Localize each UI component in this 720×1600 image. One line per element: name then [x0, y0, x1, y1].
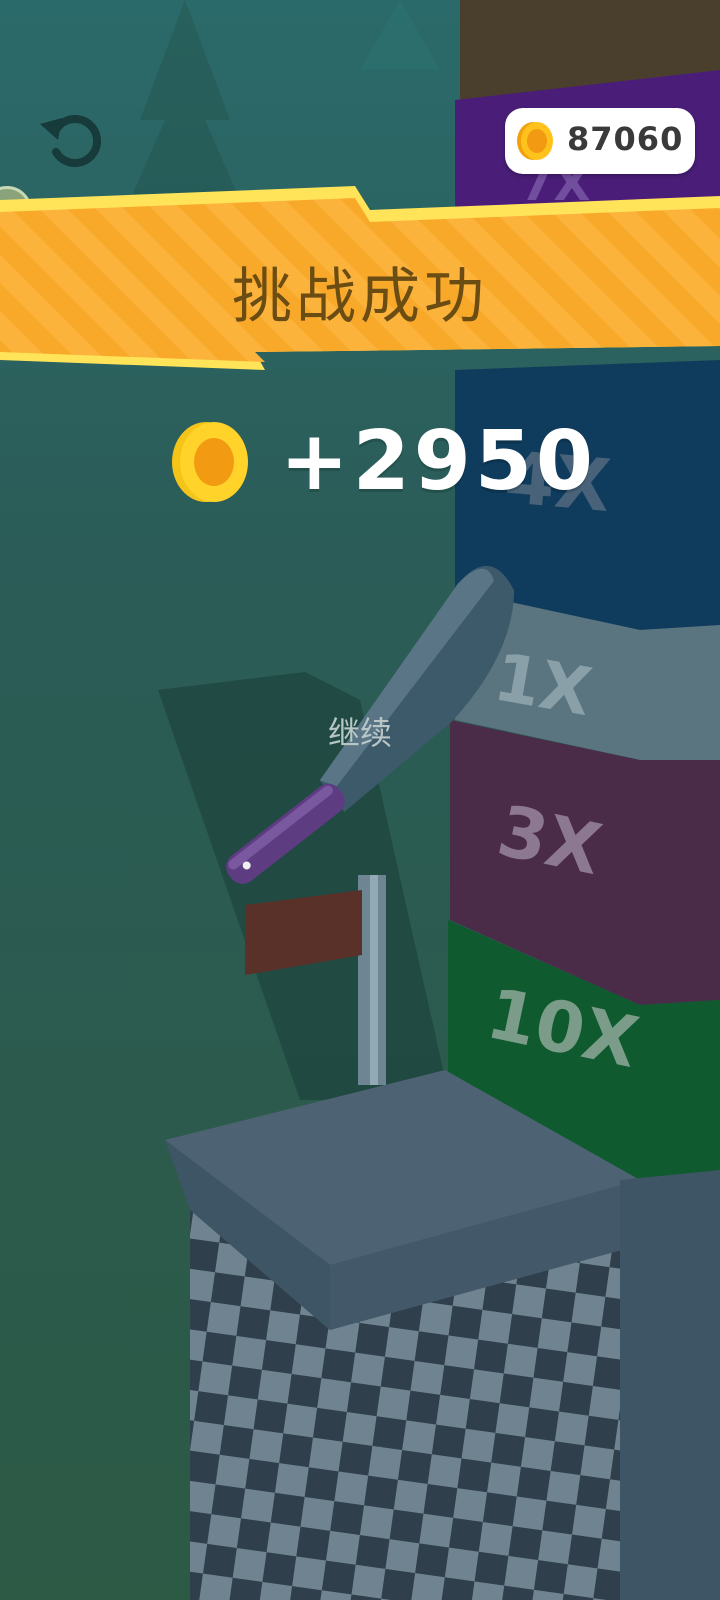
- coin-icon: [517, 122, 553, 160]
- restart-icon[interactable]: [34, 100, 106, 172]
- coin-counter: 87060: [505, 108, 695, 174]
- reward-amount: +2950: [280, 414, 597, 509]
- continue-button[interactable]: 继续: [300, 708, 420, 754]
- reward-coin-icon: [172, 422, 248, 502]
- success-title: 挑战成功: [232, 262, 488, 332]
- coin-total: 87060: [567, 120, 684, 158]
